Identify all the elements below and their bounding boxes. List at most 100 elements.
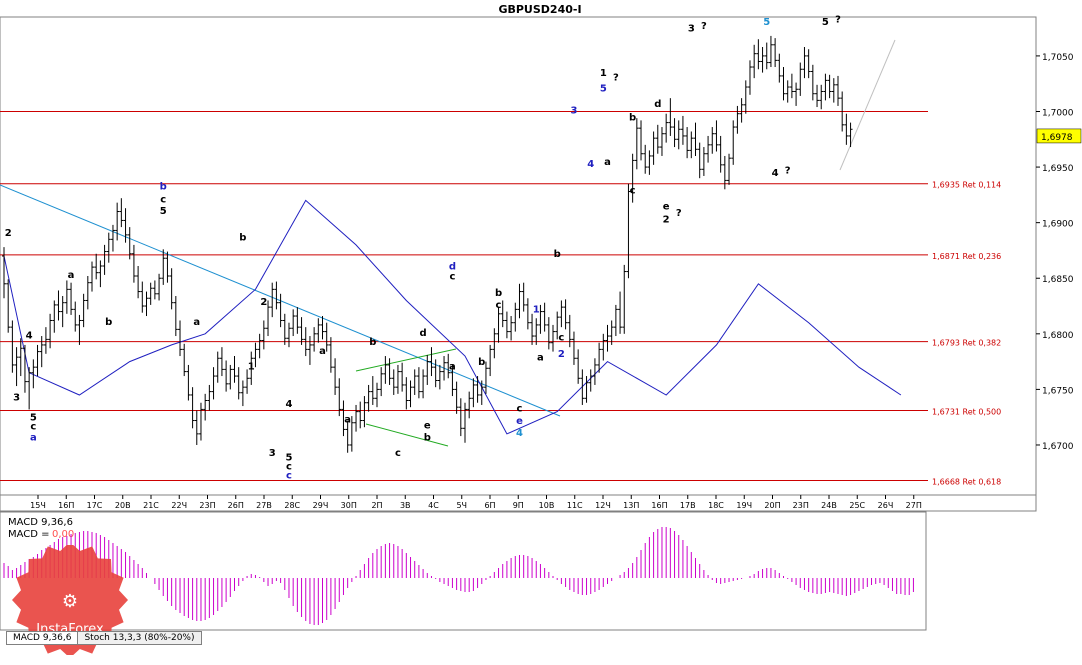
indicator-tabs: MACD 9,36,6 Stoch 13,3,3 (80%-20%) bbox=[6, 631, 202, 645]
chart-svg: GBPUSD240-I 1,6935 Ret 0,114 1,6871 Ret 0… bbox=[0, 3, 1082, 631]
time-tick-label: 27П bbox=[906, 501, 922, 510]
time-tick-label: 26П bbox=[228, 501, 244, 510]
fib-label: 1,6731 Ret 0,500 bbox=[932, 408, 1001, 417]
wave-label: c bbox=[395, 448, 401, 459]
wave-label: d bbox=[654, 99, 661, 110]
macd-value-prefix: MACD = bbox=[8, 529, 50, 540]
wave-label: 3 bbox=[269, 448, 276, 459]
wave-label: ? bbox=[785, 166, 791, 177]
wave-label: e bbox=[516, 416, 523, 427]
fib-label: 1,6793 Ret 0,382 bbox=[932, 339, 1001, 348]
wave-label: a bbox=[68, 270, 75, 281]
wave-label: 2 bbox=[663, 215, 670, 226]
time-tick-label: 22Ч bbox=[171, 501, 187, 510]
price-axis: 1,7050 1,7000 1,6950 1,6900 1,6850 1,6800 1,67… bbox=[1035, 17, 1074, 495]
time-tick-label: 30П bbox=[341, 501, 357, 510]
wave-label: a bbox=[193, 317, 200, 328]
wave-label: b bbox=[495, 288, 502, 299]
tab-macd[interactable]: MACD 9,36,6 bbox=[6, 631, 79, 645]
wave-label: b bbox=[554, 249, 561, 260]
time-tick-label: 6П bbox=[484, 501, 495, 510]
wave-label: 2 bbox=[5, 228, 12, 239]
wave-label: b bbox=[424, 433, 431, 444]
time-tick-label: 19Ч bbox=[736, 501, 752, 510]
wave-label: c bbox=[449, 271, 455, 282]
price-tick-label: 1,7050 bbox=[1042, 53, 1074, 63]
wave-label: d bbox=[420, 328, 427, 339]
wave-label: 1 bbox=[533, 305, 540, 316]
time-tick-label: 21С bbox=[143, 501, 159, 510]
wave-label: e bbox=[663, 201, 670, 212]
time-tick-label: 24В bbox=[821, 501, 837, 510]
wave-label: b bbox=[160, 181, 167, 192]
wave-label: a bbox=[344, 415, 351, 426]
wave-label: c bbox=[517, 404, 523, 415]
wave-label: a bbox=[449, 361, 456, 372]
price-tick-label: 1,6750 bbox=[1042, 386, 1074, 396]
wave-label: 3 bbox=[688, 23, 695, 34]
time-tick-label: 15Ч bbox=[30, 501, 46, 510]
time-tick-label: 16П bbox=[651, 501, 667, 510]
wave-label: b bbox=[239, 232, 246, 243]
wave-label: a bbox=[319, 346, 326, 357]
time-tick-label: 13П bbox=[623, 501, 639, 510]
wave-label: 2 bbox=[260, 297, 267, 308]
time-tick-label: 5Ч bbox=[456, 501, 467, 510]
wave-label: 4 bbox=[587, 159, 594, 170]
wave-label: 4 bbox=[26, 330, 33, 341]
time-tick-label: 28С bbox=[284, 501, 300, 510]
wave-label: 5 bbox=[160, 206, 167, 217]
wave-label: 4 bbox=[772, 168, 779, 179]
wave-label: 3 bbox=[13, 393, 20, 404]
wave-label: e bbox=[424, 420, 431, 431]
current-price-label: 1,6978 bbox=[1041, 133, 1073, 143]
wave-label: c bbox=[630, 186, 636, 197]
time-tick-label: 27В bbox=[256, 501, 272, 510]
time-tick-label: 17С bbox=[87, 501, 103, 510]
wave-label: a bbox=[537, 352, 544, 363]
price-tick-label: 1,6800 bbox=[1042, 331, 1074, 341]
time-tick-label: 23П bbox=[793, 501, 809, 510]
price-tick-label: 1,6700 bbox=[1042, 442, 1074, 452]
time-tick-label: 20П bbox=[764, 501, 780, 510]
macd-title: MACD 9,36,6 bbox=[8, 517, 73, 528]
wave-label: ? bbox=[676, 208, 682, 219]
wave-label: c bbox=[286, 470, 292, 481]
wave-label: ? bbox=[835, 15, 841, 26]
wave-label: c bbox=[30, 421, 36, 432]
time-tick-label: 2П bbox=[371, 501, 382, 510]
time-tick-label: 10В bbox=[539, 501, 555, 510]
wave-label: 4 bbox=[285, 399, 292, 410]
wave-label: b bbox=[105, 317, 112, 328]
fib-label: 1,6668 Ret 0,618 bbox=[932, 478, 1001, 487]
wave-label: ? bbox=[701, 21, 707, 32]
wave-label: 4 bbox=[516, 428, 523, 439]
chart-title: GBPUSD240-I bbox=[498, 3, 581, 16]
macd-panel-frame bbox=[0, 511, 927, 631]
svg-text:⚙: ⚙ bbox=[62, 591, 78, 612]
wave-label: b bbox=[629, 112, 636, 123]
wave-label: 2 bbox=[558, 349, 565, 360]
wave-label: a bbox=[604, 157, 611, 168]
wave-label: 1 bbox=[600, 68, 607, 79]
time-tick-label: 25С bbox=[849, 501, 865, 510]
wave-label: c bbox=[558, 332, 564, 343]
price-tick-label: 1,7000 bbox=[1042, 108, 1074, 118]
wave-label: 3 bbox=[570, 106, 577, 117]
chart: GBPUSD240-I 1,6935 Ret 0,114 1,6871 Ret 0… bbox=[0, 0, 1082, 661]
time-tick-label: 12Ч bbox=[595, 501, 611, 510]
time-tick-label: 17В bbox=[680, 501, 696, 510]
wave-label: ? bbox=[613, 72, 619, 83]
wave-label: b bbox=[478, 357, 485, 368]
current-price-marker: 1,6978 bbox=[1036, 128, 1082, 144]
price-tick-label: 1,6850 bbox=[1042, 275, 1074, 285]
wave-label: 5 bbox=[600, 83, 607, 94]
tab-stoch[interactable]: Stoch 13,3,3 (80%-20%) bbox=[77, 631, 202, 645]
wave-label: a bbox=[30, 433, 37, 444]
time-tick-label: 3В bbox=[400, 501, 411, 510]
wave-label: b bbox=[369, 337, 376, 348]
price-tick-label: 1,6900 bbox=[1042, 220, 1074, 230]
wave-label: 1 bbox=[248, 361, 255, 372]
time-tick-label: 16П bbox=[58, 501, 74, 510]
time-tick-label: 23П bbox=[199, 501, 215, 510]
